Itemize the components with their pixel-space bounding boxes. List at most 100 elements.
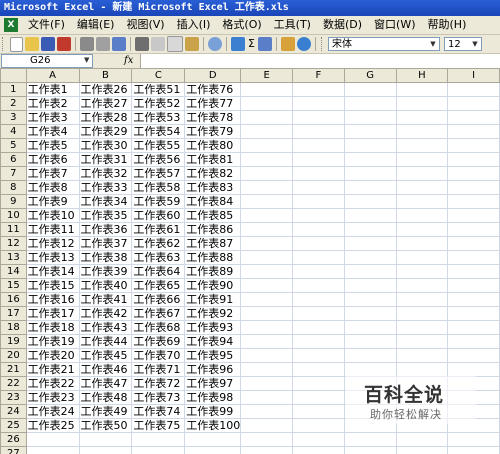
cell-e[interactable]	[240, 124, 294, 139]
cell-h[interactable]	[395, 208, 449, 223]
cell-g[interactable]	[343, 236, 397, 251]
cell-g[interactable]	[343, 152, 397, 167]
cell-a[interactable]: 工作表15	[25, 278, 80, 293]
cell-i[interactable]	[447, 96, 500, 111]
cell-c[interactable]: 工作表56	[131, 152, 186, 167]
cell-h[interactable]	[395, 432, 449, 447]
cell-h[interactable]	[395, 96, 449, 111]
cell-a[interactable]: 工作表7	[25, 166, 80, 181]
cell-b[interactable]: 工作表46	[78, 362, 133, 377]
cell-f[interactable]	[292, 124, 345, 139]
cell-g[interactable]	[343, 180, 397, 195]
cell-b[interactable]	[78, 432, 133, 447]
cell-i[interactable]	[447, 236, 500, 251]
cell-g[interactable]	[343, 138, 397, 153]
formatting-toolbar-grip[interactable]	[320, 37, 325, 51]
cell-g[interactable]	[343, 320, 397, 335]
cell-c[interactable]: 工作表66	[131, 292, 186, 307]
cell-a[interactable]	[25, 432, 80, 447]
cell-i[interactable]	[447, 432, 500, 447]
column-header-f[interactable]: F	[292, 68, 345, 83]
cell-d[interactable]: 工作表79	[184, 124, 242, 139]
excel-icon[interactable]: X	[4, 18, 18, 32]
cell-b[interactable]: 工作表48	[78, 390, 133, 405]
cell-a[interactable]: 工作表4	[25, 124, 80, 139]
new-icon[interactable]	[10, 36, 23, 52]
cell-b[interactable]: 工作表50	[78, 418, 133, 433]
cell-b[interactable]: 工作表35	[78, 208, 133, 223]
cell-b[interactable]: 工作表37	[78, 236, 133, 251]
cell-i[interactable]	[447, 278, 500, 293]
cell-h[interactable]	[395, 250, 449, 265]
cell-g[interactable]	[343, 362, 397, 377]
cell-h[interactable]	[395, 82, 449, 97]
print-preview-icon[interactable]	[96, 37, 110, 51]
cell-b[interactable]	[78, 446, 133, 454]
cell-d[interactable]: 工作表93	[184, 320, 242, 335]
cell-e[interactable]	[240, 96, 294, 111]
chevron-down-icon[interactable]: ▼	[470, 39, 480, 49]
cell-a[interactable]: 工作表21	[25, 362, 80, 377]
font-size-select[interactable]: 12 ▼	[443, 37, 482, 51]
cell-g[interactable]	[343, 124, 397, 139]
cell-f[interactable]	[292, 390, 345, 405]
print-icon[interactable]	[80, 37, 94, 51]
cell-a[interactable]: 工作表14	[25, 264, 80, 279]
cell-g[interactable]	[343, 264, 397, 279]
cell-b[interactable]: 工作表45	[78, 348, 133, 363]
cell-g[interactable]	[343, 96, 397, 111]
open-icon[interactable]	[25, 37, 39, 51]
cell-b[interactable]: 工作表39	[78, 264, 133, 279]
menu-window[interactable]: 窗口(W)	[368, 16, 421, 34]
cell-g[interactable]	[343, 292, 397, 307]
cell-d[interactable]: 工作表80	[184, 138, 242, 153]
column-header-e[interactable]: E	[240, 68, 294, 83]
row-header[interactable]: 26	[0, 432, 27, 447]
cell-d[interactable]	[184, 446, 242, 454]
cell-d[interactable]	[184, 432, 242, 447]
cell-e[interactable]	[240, 278, 294, 293]
column-header-c[interactable]: C	[131, 68, 186, 83]
cell-a[interactable]: 工作表2	[25, 96, 80, 111]
menu-tools[interactable]: 工具(T)	[268, 16, 317, 34]
menu-format[interactable]: 格式(O)	[216, 16, 267, 34]
cell-i[interactable]	[447, 166, 500, 181]
cell-f[interactable]	[292, 376, 345, 391]
cell-e[interactable]	[240, 208, 294, 223]
cell-h[interactable]	[395, 306, 449, 321]
cell-b[interactable]: 工作表34	[78, 194, 133, 209]
row-header[interactable]: 22	[0, 376, 27, 391]
cell-h[interactable]	[395, 334, 449, 349]
cell-d[interactable]: 工作表76	[184, 82, 242, 97]
cell-f[interactable]	[292, 292, 345, 307]
cell-c[interactable]: 工作表54	[131, 124, 186, 139]
cell-f[interactable]	[292, 418, 345, 433]
cell-a[interactable]: 工作表12	[25, 236, 80, 251]
cell-g[interactable]	[343, 446, 397, 454]
cell-e[interactable]	[240, 418, 294, 433]
chevron-down-icon[interactable]: ▼	[428, 39, 438, 49]
cell-i[interactable]	[447, 194, 500, 209]
bold-icon[interactable]	[482, 37, 497, 51]
save-icon[interactable]	[41, 37, 55, 51]
cell-c[interactable]: 工作表59	[131, 194, 186, 209]
cell-e[interactable]	[240, 180, 294, 195]
help-icon[interactable]	[296, 37, 311, 51]
cell-a[interactable]: 工作表13	[25, 250, 80, 265]
chevron-down-icon[interactable]: ▼	[84, 56, 89, 64]
row-header[interactable]: 20	[0, 348, 27, 363]
cell-g[interactable]	[343, 432, 397, 447]
undo-icon[interactable]	[208, 37, 222, 51]
cell-a[interactable]: 工作表6	[25, 152, 80, 167]
row-header[interactable]: 10	[0, 208, 27, 223]
cell-b[interactable]: 工作表31	[78, 152, 133, 167]
cell-d[interactable]: 工作表97	[184, 376, 242, 391]
cell-h[interactable]	[395, 222, 449, 237]
cell-i[interactable]	[447, 348, 500, 363]
cell-i[interactable]	[447, 110, 500, 125]
cell-i[interactable]	[447, 124, 500, 139]
cell-c[interactable]: 工作表61	[131, 222, 186, 237]
row-header[interactable]: 16	[0, 292, 27, 307]
cell-i[interactable]	[447, 180, 500, 195]
row-header[interactable]: 9	[0, 194, 27, 209]
